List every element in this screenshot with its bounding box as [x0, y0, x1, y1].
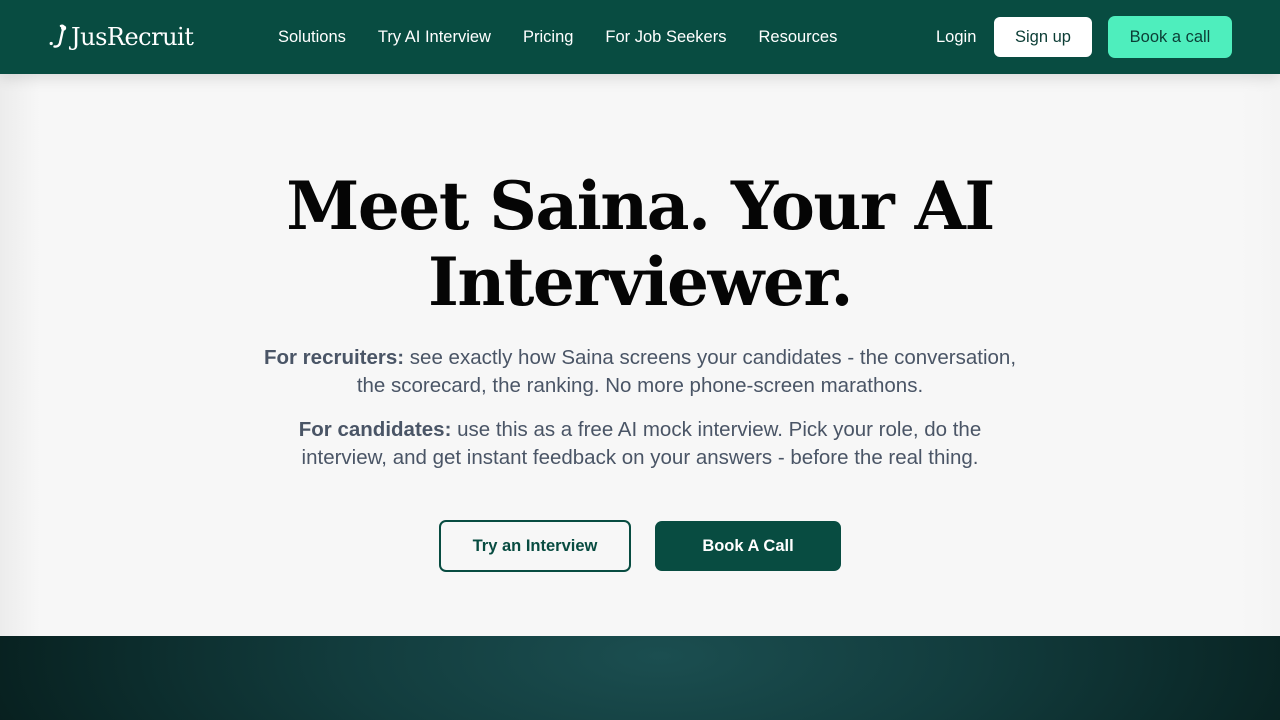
jusrecruit-logo[interactable]: JusRecruit	[48, 22, 194, 52]
headline-line-1: Meet Saina. Your AI	[286, 167, 995, 245]
nav-pricing[interactable]: Pricing	[523, 26, 573, 48]
top-navigation-bar: JusRecruit Solutions Try AI Interview Pr…	[0, 0, 1280, 74]
book-a-call-button[interactable]: Book A Call	[655, 521, 841, 571]
candidates-label: For candidates:	[298, 418, 452, 441]
nav-for-job-seekers[interactable]: For Job Seekers	[605, 26, 726, 48]
try-an-interview-button[interactable]: Try an Interview	[439, 520, 631, 572]
signup-button[interactable]: Sign up	[994, 17, 1092, 57]
recruiters-label: For recruiters:	[263, 346, 405, 369]
hero-headline: Meet Saina. Your AI Interviewer.	[240, 168, 1040, 320]
logo-mark-icon	[49, 24, 67, 48]
hero-section: Meet Saina. Your AI Interviewer. For rec…	[0, 74, 1280, 636]
candidates-paragraph: For candidates: use this as a free AI mo…	[260, 416, 1020, 472]
recruiters-paragraph: For recruiters: see exactly how Saina sc…	[260, 344, 1020, 400]
main-nav: Solutions Try AI Interview Pricing For J…	[278, 26, 837, 48]
recruiters-text: see exactly how Saina screens your candi…	[356, 346, 1017, 397]
dark-feature-section	[0, 636, 1280, 720]
login-link[interactable]: Login	[936, 26, 976, 48]
book-a-call-header-button[interactable]: Book a call	[1108, 16, 1232, 58]
headline-line-2: Interviewer.	[427, 243, 854, 321]
logo-wordmark: JusRecruit	[71, 23, 194, 51]
nav-resources[interactable]: Resources	[758, 26, 837, 48]
nav-try-ai-interview[interactable]: Try AI Interview	[378, 26, 491, 48]
nav-solutions[interactable]: Solutions	[278, 26, 346, 48]
